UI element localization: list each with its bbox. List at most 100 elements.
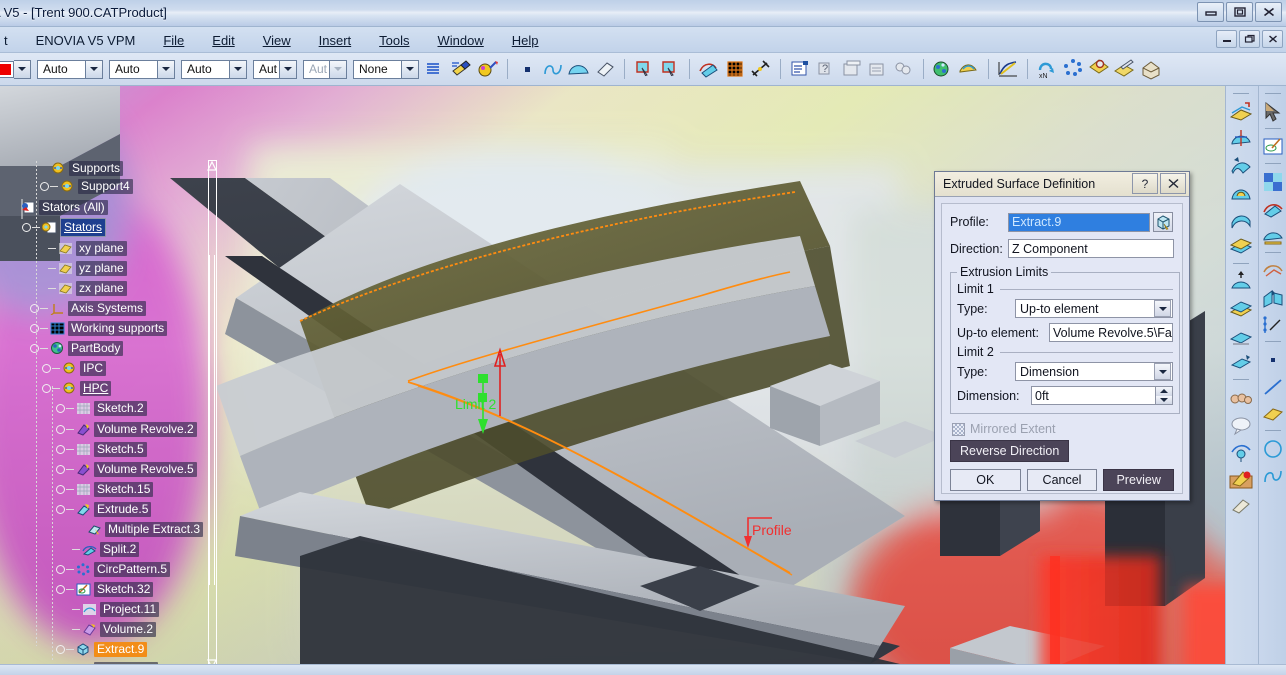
surface-icon[interactable] (566, 56, 592, 82)
transparency-combo[interactable]: Aut (253, 59, 297, 79)
close-surface-icon[interactable] (1227, 322, 1255, 349)
tree-expand-handle[interactable] (42, 364, 51, 373)
menu-item-insert[interactable]: Insert (305, 30, 366, 51)
limit1-type-chevron-down-icon[interactable] (1154, 300, 1171, 317)
tree-node[interactable]: Stators (All) (10, 199, 108, 216)
tree-expand-handle[interactable] (30, 344, 39, 353)
point-small-icon[interactable] (1259, 346, 1286, 373)
cancel-button[interactable]: Cancel (1026, 469, 1098, 491)
tree-expand-handle[interactable] (56, 465, 65, 474)
catalog-icon[interactable] (839, 56, 865, 82)
circpattern-icon[interactable] (1060, 56, 1086, 82)
stripes-icon[interactable] (423, 56, 449, 82)
profile-input[interactable]: Extract.9 (1008, 212, 1150, 232)
tree-node[interactable]: HPC (42, 380, 112, 397)
tree-node[interactable]: IPC (42, 360, 107, 377)
tree-node[interactable]: Working supports (30, 320, 168, 337)
doc-close-button[interactable] (1262, 30, 1283, 48)
tree-node[interactable]: xy plane (38, 240, 127, 257)
apply-material-hand-icon[interactable] (1227, 465, 1255, 492)
curve-analysis-icon[interactable] (995, 56, 1021, 82)
measure-icon[interactable] (748, 56, 774, 82)
painter-icon[interactable] (449, 56, 475, 82)
linetype-combo[interactable]: Auto (37, 59, 103, 79)
tree-node[interactable]: PartBody (30, 340, 124, 357)
minimize-button[interactable] (1197, 2, 1224, 22)
tree-expand-handle[interactable] (56, 404, 65, 413)
select-arrow-icon[interactable] (1259, 98, 1286, 125)
tree-node[interactable]: Axis Systems (30, 300, 147, 317)
tree-node[interactable]: Support4 (40, 178, 133, 195)
pick-element-icon[interactable] (1153, 212, 1173, 232)
thick-surface-icon[interactable] (1227, 295, 1255, 322)
group-icon[interactable] (891, 56, 917, 82)
menu-item-enovia[interactable]: ENOVIA V5 VPM (22, 30, 150, 51)
tree-node[interactable]: Project.11 (62, 601, 160, 618)
tree-node[interactable]: Volume.2 (62, 621, 157, 638)
tree-expand-handle[interactable] (42, 384, 51, 393)
render-combo[interactable]: None (353, 59, 419, 79)
tree-expand-handle[interactable] (22, 223, 31, 232)
ok-button[interactable]: OK (950, 469, 1021, 491)
reverse-direction-button[interactable]: Reverse Direction (950, 440, 1070, 462)
eraser-icon[interactable] (592, 56, 618, 82)
linestyle-combo[interactable]: Auto (181, 59, 247, 79)
preview-button[interactable]: Preview (1103, 469, 1175, 491)
menu-item-view[interactable]: View (249, 30, 305, 51)
connect-checker-icon[interactable] (1227, 438, 1255, 465)
list-icon[interactable] (865, 56, 891, 82)
point-line-icon[interactable] (1259, 311, 1286, 338)
tree-expand-handle[interactable] (56, 505, 65, 514)
tree-expand-handle[interactable] (30, 304, 39, 313)
tree-expand-handle[interactable] (56, 645, 65, 654)
limit1-type-select[interactable]: Up-to element (1015, 299, 1173, 318)
linetype-combo-arrow[interactable] (85, 60, 102, 78)
properties-icon[interactable] (787, 56, 813, 82)
doc-minimize-button[interactable] (1216, 30, 1237, 48)
tree-expand-handle[interactable] (56, 445, 65, 454)
dimension-stepper-up[interactable] (1156, 387, 1172, 396)
revolve-surface-icon[interactable] (1227, 125, 1255, 152)
menu-item-window[interactable]: Window (424, 30, 498, 51)
menu-item-0[interactable]: t (0, 30, 22, 51)
eraser-tool-icon[interactable] (1227, 492, 1255, 519)
tree-node[interactable]: Sketch.15 (56, 481, 154, 498)
doc-restore-button[interactable] (1239, 30, 1260, 48)
palette-icon[interactable] (475, 56, 501, 82)
tree-node[interactable]: Multiple Extract.3 (76, 521, 204, 538)
dimension-stepper-down[interactable] (1156, 395, 1172, 404)
multiple-extract-icon[interactable] (657, 56, 683, 82)
tree-scroll-thumb[interactable] (209, 255, 215, 585)
sketcher-icon[interactable] (1259, 133, 1286, 160)
color-dropdown-arrow[interactable] (14, 59, 31, 79)
plane-icon[interactable] (1259, 400, 1286, 427)
tree-node[interactable]: Sketch.5 (56, 441, 147, 458)
multi-sections-icon[interactable] (1227, 233, 1255, 260)
tree-node[interactable]: Volume Revolve.5 (56, 461, 197, 478)
close-button[interactable] (1255, 2, 1282, 22)
extract-icon[interactable] (631, 56, 657, 82)
transparency-combo-arrow[interactable] (279, 60, 296, 78)
boundary-icon[interactable] (1259, 257, 1286, 284)
tree-node[interactable]: Volume Revolve.2 (56, 421, 197, 438)
extruded-surface-definition-dialog[interactable]: Extruded Surface Definition ? Profile: E… (934, 171, 1190, 501)
tree-node[interactable]: Extract.9 (56, 641, 148, 658)
restore-button[interactable] (1226, 2, 1253, 22)
tree-node[interactable]: Extrude.5 (56, 501, 152, 518)
limit2-type-chevron-down-icon[interactable] (1154, 363, 1171, 380)
spline-icon[interactable] (540, 56, 566, 82)
repeat-object-icon[interactable]: xN (1034, 56, 1060, 82)
dialog-help-button[interactable]: ? (1132, 173, 1158, 194)
tree-node[interactable]: yz plane (38, 260, 127, 277)
tree-expand-handle[interactable] (56, 425, 65, 434)
trim-icon[interactable] (1259, 222, 1286, 249)
limit1-upto-input[interactable]: Volume Revolve.5\Fa (1049, 323, 1173, 342)
annotation-icon[interactable] (1227, 411, 1255, 438)
extrude-surface-icon[interactable] (1227, 98, 1255, 125)
tree-scrollbar[interactable] (205, 160, 219, 670)
stamp-icon[interactable] (1086, 56, 1112, 82)
apply-material-icon[interactable] (956, 56, 982, 82)
line-icon[interactable] (1259, 373, 1286, 400)
thickness-combo-arrow[interactable] (157, 60, 174, 78)
tree-node[interactable]: zx plane (38, 280, 127, 297)
